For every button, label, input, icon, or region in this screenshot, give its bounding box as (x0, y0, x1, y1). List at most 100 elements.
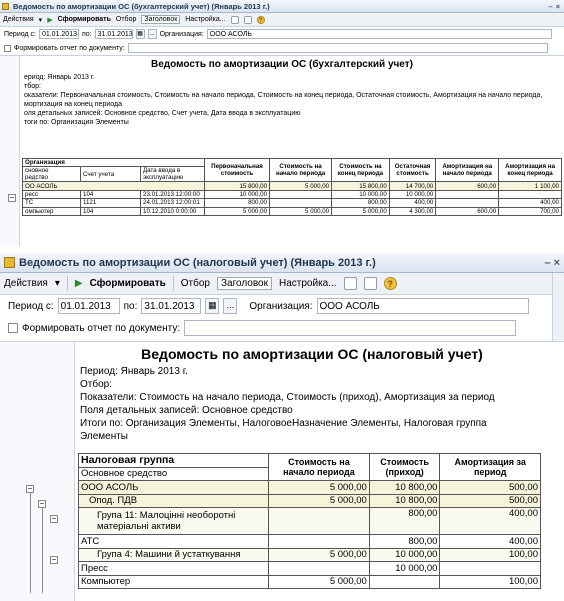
period-to-input[interactable]: 31.01.2013 (94, 29, 133, 39)
table-row[interactable]: ресс 104 23.01.2013 12:00:00 10 000,00 1… (22, 189, 562, 200)
close-icon[interactable]: × (556, 2, 560, 11)
help-icon[interactable]: ? (383, 277, 397, 290)
cell-residual: 400,00 (388, 198, 437, 208)
table-row[interactable]: омпьютер 104 10.12.2010 0:00:00 5 000,00… (22, 206, 562, 216)
col-asset: Основное средство (78, 466, 269, 481)
report-indicators-cont: мортизация на конец периода (24, 101, 122, 108)
cell-date: 24.01.2013 12:00:01 (140, 198, 205, 208)
close-icon[interactable]: × (554, 257, 560, 269)
cell-income (368, 574, 441, 589)
cell-start (269, 198, 333, 208)
heading-button[interactable]: Заголовок (216, 277, 272, 290)
report-period: Период: Январь 2013 г. (80, 366, 188, 377)
period-select-button[interactable]: ... (147, 29, 157, 39)
selection-button[interactable]: Отбор (181, 278, 210, 289)
cell-amort-end: 400,00 (498, 198, 562, 208)
report-totals: Итоги по: Организация Элементы, Налогово… (80, 418, 487, 429)
row-name: Пресс (78, 561, 269, 576)
period-from-input[interactable]: 01.01.2013 (57, 298, 120, 314)
row-name: АТС (78, 534, 269, 549)
by-document-checkbox[interactable] (4, 44, 11, 52)
restore-icon[interactable] (243, 15, 252, 24)
report-title: Ведомость по амортизации ОС (налоговый у… (141, 346, 483, 362)
cell-start: 5 000,00 (268, 493, 370, 508)
accounting-report-window: Ведомость по амортизации ОС (бухгалтерск… (0, 0, 564, 246)
cell-residual: 14 700,00 (388, 181, 437, 191)
save-icon[interactable] (343, 277, 357, 290)
settings-button[interactable]: Настройка... (279, 278, 337, 289)
chevron-down-icon[interactable]: ▾ (55, 278, 60, 289)
table-row[interactable]: ООО АСОЛЬ 5 000,00 10 800,00 500,00 (78, 480, 541, 495)
calendar-icon[interactable]: ▦ (135, 29, 145, 39)
document-input[interactable] (127, 43, 548, 53)
period-from-label: Период с: (8, 300, 54, 312)
window-title: Ведомость по амортизации ОС (бухгалтерск… (13, 1, 270, 11)
col-residual: Остаточная стоимость (388, 157, 437, 183)
table-row[interactable]: АТС 800,00 400,00 (78, 534, 541, 549)
cell-initial: 800,00 (203, 198, 271, 208)
table-row[interactable]: Група 11: Малоцінні необоротні матеріаль… (78, 507, 541, 535)
report-totals: тоги по: Организация Элементы (24, 119, 129, 126)
cell-income: 10 000,00 (368, 561, 441, 576)
selection-button[interactable]: Отбор (116, 16, 136, 23)
actions-menu[interactable]: Действия (3, 16, 34, 23)
minimize-icon[interactable]: – (544, 257, 550, 269)
row-name: Компьютер (78, 574, 269, 589)
table-row[interactable]: Група 4: Машини й устаткування 5 000,00 … (78, 547, 541, 562)
table-row[interactable]: Компьютер 5 000,00 100,00 (78, 574, 541, 589)
collapse-icon[interactable]: − (26, 485, 34, 493)
cell-end: 5 000,00 (331, 206, 390, 216)
collapse-icon[interactable]: − (50, 556, 58, 564)
by-document-label: Формировать отчет по документу: (14, 44, 125, 52)
by-document-checkbox[interactable] (8, 323, 18, 333)
table-row[interactable]: Пресс 10 000,00 (78, 561, 541, 576)
organization-input[interactable]: ООО АСОЛЬ (316, 298, 529, 314)
col-org: Организация (22, 157, 205, 167)
col-income: Стоимость (приход) (368, 453, 441, 481)
window-title: Ведомость по амортизации ОС (налоговый у… (19, 256, 376, 269)
period-to-input[interactable]: 31.01.2013 (141, 298, 202, 314)
play-icon: ▶ (74, 278, 83, 289)
minimize-icon[interactable]: – (548, 2, 552, 11)
collapse-icon[interactable]: − (8, 194, 16, 202)
period-to-label: по: (81, 30, 92, 38)
col-group: Налоговая группа (78, 453, 269, 468)
row-name: ООО АСОЛЬ (78, 480, 269, 495)
settings-button[interactable]: Настройка... (185, 16, 225, 23)
report-indicators: оказатели: Первоначальная стоимость, Сто… (24, 92, 543, 99)
accounting-table: Организация Первоначальная стоимость Сто… (22, 157, 562, 216)
row-name: ресс (22, 189, 81, 200)
organization-input[interactable]: ООО АСОЛЬ (206, 29, 552, 39)
tax-report-window: Ведомость по амортизации ОС (налоговый у… (0, 253, 564, 601)
collapse-icon[interactable]: − (50, 515, 58, 523)
cell-amort-end (498, 189, 562, 200)
document-input[interactable] (184, 320, 517, 336)
table-row[interactable]: ТС 1121 24.01.2013 12:00:01 800,00 800,0… (22, 198, 562, 208)
table-row[interactable]: ОО АСОЛЬ 15 800,00 5 000,00 15 800,00 14… (22, 181, 562, 191)
period-select-button[interactable]: ... (223, 298, 238, 314)
period-to-label: по: (123, 300, 138, 312)
cell-income: 10 800,00 (368, 493, 441, 508)
period-row: Период с: 01.01.2013 по: 31.01.2013 ▦ ..… (0, 295, 564, 317)
cell-start: 5 000,00 (268, 574, 370, 589)
save-icon[interactable] (230, 15, 239, 24)
restore-icon[interactable] (363, 277, 377, 290)
generate-button[interactable]: Сформировать (90, 278, 166, 289)
cell-amort: 500,00 (439, 480, 541, 495)
row-name: ТС (22, 198, 81, 208)
play-icon: ▶ (47, 16, 53, 24)
by-document-label: Формировать отчет по документу: (22, 322, 181, 334)
collapse-icon[interactable]: − (38, 500, 46, 508)
table-row[interactable]: Опод. ПДВ 5 000,00 10 800,00 500,00 (78, 493, 541, 508)
by-document-row: Формировать отчет по документу: (0, 41, 564, 55)
calendar-icon[interactable]: ▦ (205, 298, 220, 314)
chevron-down-icon[interactable]: ▾ (39, 16, 43, 24)
col-amort-start: Амортизация на начало периода (435, 157, 500, 183)
heading-button[interactable]: Заголовок (141, 15, 181, 24)
scrollbar[interactable] (552, 273, 564, 343)
cell-initial: 10 000,00 (203, 189, 271, 200)
generate-button[interactable]: Сформировать (58, 16, 111, 23)
help-icon[interactable]: ? (256, 15, 265, 24)
actions-menu[interactable]: Действия (4, 278, 48, 289)
period-from-input[interactable]: 01.01.2013 (38, 29, 79, 39)
